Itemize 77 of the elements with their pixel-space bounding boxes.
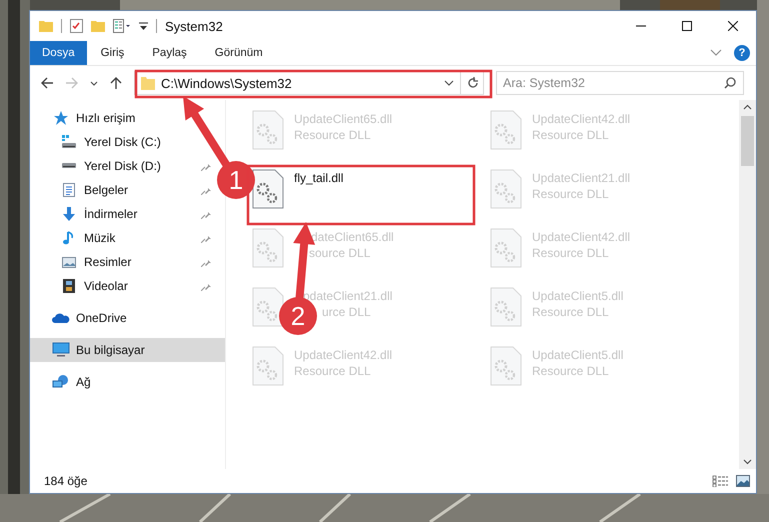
sidebar-item[interactable]: Yerel Disk (D:) xyxy=(30,154,215,178)
file-type: Resource DLL xyxy=(532,187,609,201)
large-icons-view-icon[interactable] xyxy=(736,475,750,487)
film-icon xyxy=(61,278,77,294)
sidebar-item[interactable]: Hızlı erişim xyxy=(30,106,215,130)
file-type: Resource DLL xyxy=(532,128,609,142)
gear-file-icon xyxy=(490,110,522,150)
file-name[interactable]: fly_tail.dll xyxy=(294,171,344,185)
arrow-left-icon xyxy=(40,76,54,90)
file-type: source DLL xyxy=(309,246,370,260)
cloud-icon xyxy=(52,312,70,324)
gear-file-icon xyxy=(490,169,522,209)
sidebar-item[interactable]: Videolar xyxy=(30,274,215,298)
drive-icon xyxy=(61,135,77,149)
folder-icon xyxy=(141,76,155,90)
gear-file-icon xyxy=(252,228,284,268)
download-arrow-icon xyxy=(61,206,77,222)
gear-file-icon xyxy=(252,169,284,209)
sidebar-item[interactable]: İndirmeler xyxy=(30,202,215,226)
file-type: Resource DLL xyxy=(532,305,609,319)
arrow-right-icon xyxy=(65,76,79,90)
chevron-down-icon xyxy=(90,80,98,86)
search-icon[interactable] xyxy=(724,77,736,89)
details-view-icon[interactable] xyxy=(712,475,728,487)
close-icon xyxy=(728,21,738,31)
sidebar-item[interactable]: Belgeler xyxy=(30,178,215,202)
sidebar-item[interactable]: OneDrive xyxy=(30,306,215,330)
scroll-up-icon[interactable] xyxy=(743,104,752,110)
file-type: Resource DLL xyxy=(294,128,371,142)
gear-file-icon xyxy=(490,228,522,268)
chevron-down-icon[interactable] xyxy=(444,79,454,87)
file-type: Resource DLL xyxy=(532,364,609,378)
document-icon xyxy=(61,182,77,198)
refresh-icon[interactable] xyxy=(467,77,479,89)
scroll-down-icon[interactable] xyxy=(743,459,752,465)
checklist-icon[interactable] xyxy=(70,19,83,33)
scrollbar-thumb[interactable] xyxy=(741,116,754,166)
file-type: urce DLL xyxy=(322,305,371,319)
sidebar-item[interactable]: Yerel Disk (C:) xyxy=(30,130,215,154)
file-type: Resource DLL xyxy=(532,246,609,260)
minimize-icon xyxy=(636,25,646,27)
monitor-icon xyxy=(52,342,70,358)
dropdown-icon[interactable] xyxy=(139,21,148,31)
ribbon-tab[interactable]: Dosya xyxy=(30,41,87,65)
item-count: 184 öğe xyxy=(44,474,88,488)
arrow-up-icon xyxy=(109,76,123,90)
star-icon xyxy=(53,110,69,126)
number-badge: 1 xyxy=(217,161,255,199)
ribbon-tab[interactable]: Görünüm xyxy=(200,41,277,65)
drive-icon xyxy=(61,163,77,169)
pin-icon xyxy=(201,209,211,219)
network-icon xyxy=(52,374,70,390)
gear-file-icon xyxy=(252,346,284,386)
sidebar-item[interactable]: Müzik xyxy=(30,226,215,250)
sidebar-item[interactable]: Ağ xyxy=(30,370,215,394)
ribbon-tab[interactable]: Paylaş xyxy=(138,41,201,65)
sidebar-item[interactable]: Bu bilgisayar xyxy=(30,338,225,362)
pin-icon xyxy=(201,257,211,267)
ribbon-tab[interactable]: Giriş xyxy=(86,41,138,65)
pin-icon xyxy=(201,281,211,291)
search-field[interactable]: Ara: System32 xyxy=(496,71,744,95)
properties-icon[interactable] xyxy=(113,19,131,33)
gear-file-icon xyxy=(252,287,284,327)
recent-locations-button[interactable] xyxy=(88,78,100,88)
gear-file-icon xyxy=(490,287,522,327)
sidebar-item[interactable]: Resimler xyxy=(30,250,215,274)
window-title: System32 xyxy=(165,18,223,34)
pin-icon xyxy=(201,161,211,171)
maximize-icon xyxy=(682,21,692,31)
file-type: Resource DLL xyxy=(294,364,371,378)
pin-icon xyxy=(201,185,211,195)
pin-icon xyxy=(201,233,211,243)
gear-file-icon xyxy=(490,346,522,386)
address-bar[interactable]: C:\Windows\System32 xyxy=(134,71,484,95)
picture-icon xyxy=(61,254,77,270)
gear-file-icon xyxy=(252,110,284,150)
help-button[interactable]: ? xyxy=(734,45,750,61)
